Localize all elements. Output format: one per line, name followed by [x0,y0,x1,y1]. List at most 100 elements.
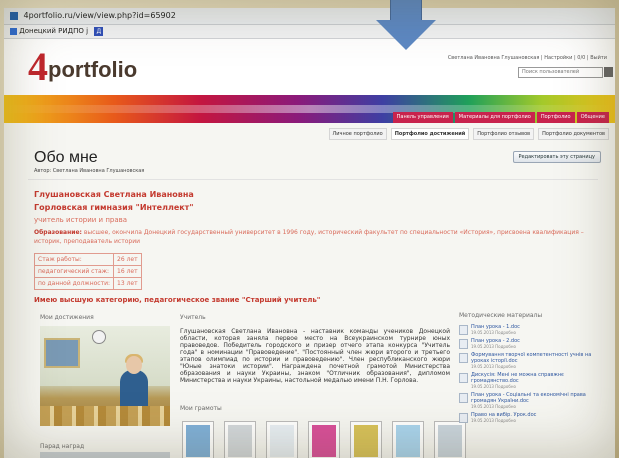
method-item[interactable]: Формування творчої компетентності учнів … [459,352,609,369]
title-divider [28,179,598,180]
main-nav: Панель управления Материалы для портфолио… [392,112,609,123]
edit-page-button[interactable]: Редактировать эту страницу [512,151,601,163]
grant-image [228,425,252,457]
gallery-title: Парад наград [40,443,85,450]
grant-thumbnail[interactable] [308,421,340,458]
method-meta: 19.05.2013 Подробно [471,364,516,369]
grant-thumbnail[interactable] [434,421,466,458]
methods-list: План урока - 1.doc 19.05.2013 Подробно Пла… [459,324,609,426]
profile-category: Имею высшую категорию, педагогическое зв… [34,296,321,304]
logo-word: portfolio [48,57,138,82]
portfolio-subtabs: Личное портфолио Портфолио достижений Порт… [328,128,609,140]
browser-page: 4portfolio.ru/view/view.php?id=65902 Дон… [4,8,615,458]
method-meta: 19.05.2013 Подробно [471,418,516,423]
nav-item[interactable]: Портфолио [536,112,575,123]
profile-school: Горловская гимназия "Интеллект" [34,203,194,212]
document-icon [459,339,468,349]
method-item[interactable]: План урока - Соціальні та економічні пра… [459,392,609,409]
method-text: Формування творчої компетентності учнів … [471,352,609,369]
grant-thumbnail[interactable] [392,421,424,458]
bookmark-item[interactable]: Донецкий РИДПО ј [19,27,88,35]
photo-head [126,356,142,374]
bookmarks-bar: Донецкий РИДПО ј Д [4,25,615,39]
grant-thumbnail[interactable] [350,421,382,458]
method-text: План урока - 1.doc 19.05.2013 Подробно [471,324,520,335]
education-text: высшее, окончила Донецкий государственны… [34,229,584,245]
document-icon [459,325,468,335]
method-text: Право на вибір. Урок.doc 19.05.2013 Подро… [471,412,536,423]
experience-value: 13 лет [113,277,142,290]
clock-icon [92,330,106,344]
search-button[interactable] [604,67,613,77]
subtab[interactable]: Портфолио отзывов [473,128,535,140]
method-meta: 19.05.2013 Подробно [471,384,516,389]
achievements-title: Мои достижения [40,314,94,321]
method-meta: 19.05.2013 Подробно [471,404,516,409]
experience-row: Стаж работы: 26 лет [33,253,142,266]
bookmark-icon [10,27,17,35]
grant-image [396,425,420,457]
method-meta: 19.05.2013 Подробно [471,330,516,335]
document-icon [459,373,468,383]
subtab[interactable]: Портфолио документов [538,128,609,140]
page-author: Автор: Светлана Ивановна Глушановская [34,168,145,174]
user-links[interactable]: Светлана Ивановна Глушановская | Настрой… [448,55,607,61]
education-label: Образование: [34,229,82,236]
arrow-shaft [390,0,422,22]
document-icon [459,393,468,403]
method-item[interactable]: Право на вибір. Урок.doc 19.05.2013 Подро… [459,412,609,423]
site-favicon-icon [10,11,18,20]
grant-thumbnail[interactable] [266,421,298,458]
method-title[interactable]: План урока - Соціальні та економічні пра… [471,392,609,404]
browser-address-bar[interactable]: 4portfolio.ru/view/view.php?id=65902 [4,8,615,25]
arrow-head [376,20,436,50]
site-header: 4 portfolio Светлана Ивановна Глушановск… [4,39,615,95]
subtab[interactable]: Портфолио достижений [390,128,470,140]
profile-name: Глушановская Светлана Ивановна [34,190,194,199]
subtab[interactable]: Личное портфолио [328,128,387,140]
method-item[interactable]: План урока - 2.doc 19.05.2013 Подробно [459,338,609,349]
method-item[interactable]: План урока - 1.doc 19.05.2013 Подробно [459,324,609,335]
user-search-input[interactable]: Поиск пользователей [518,67,603,78]
teacher-photo[interactable] [40,326,170,426]
method-title[interactable]: Дискусія: Мені не можна справжнє громадя… [471,372,609,384]
gallery-strip[interactable] [40,452,170,458]
teacher-title: Учитель [180,314,206,321]
experience-value: 26 лет [113,253,142,266]
experience-label: по данной должности: [33,277,115,290]
document-icon [459,413,468,423]
grant-thumbnail[interactable] [224,421,256,458]
grant-image [354,425,378,457]
grants-gallery [182,421,466,458]
method-text: План урока - 2.doc 19.05.2013 Подробно [471,338,520,349]
experience-row: педагогический стаж: 16 лет [33,265,142,278]
grant-image [438,425,462,457]
page-title: Обо мне [34,149,98,166]
logo-four: 4 [28,44,48,89]
grant-image [270,425,294,457]
method-meta: 19.05.2013 Подробно [471,344,516,349]
photo-person [120,370,148,410]
method-title[interactable]: Формування творчої компетентності учнів … [471,352,609,364]
nav-item[interactable]: Общение [576,112,609,123]
nav-item[interactable]: Материалы для портфолио [454,112,535,123]
teacher-bio: Глушановская Светлана Ивановна - наставн… [180,328,450,384]
grant-thumbnail[interactable] [182,421,214,458]
document-icon [459,353,468,363]
browser-url[interactable]: 4portfolio.ru/view/view.php?id=65902 [24,11,176,20]
grant-image [186,425,210,457]
experience-row: по данной должности: 13 лет [33,277,142,290]
experience-label: Стаж работы: [33,253,115,266]
grant-image [312,425,336,457]
experience-label: педагогический стаж: [33,265,115,278]
grants-title: Мои грамоты [180,405,222,412]
nav-item[interactable]: Панель управления [392,112,453,123]
bookmark-badge-icon[interactable]: Д [94,26,104,36]
photo-board [44,338,80,368]
profile-education: Образование: высшее, окончила Донецкий г… [34,228,604,246]
photo-awards-shelf [40,406,170,426]
experience-value: 16 лет [113,265,142,278]
method-text: Дискусія: Мені не можна справжнє громадя… [471,372,609,389]
method-text: План урока - Соціальні та економічні пра… [471,392,609,409]
method-item[interactable]: Дискусія: Мені не можна справжнє громадя… [459,372,609,389]
